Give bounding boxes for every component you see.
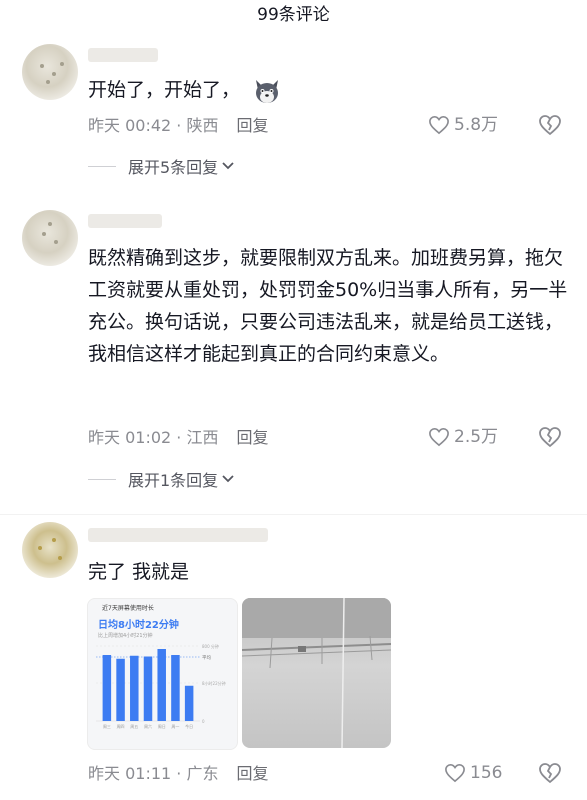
chart-x-tick-label: 周六 (144, 723, 152, 729)
chart-x-tick-label: 周一 (171, 723, 179, 729)
chevron-down-icon (222, 162, 234, 170)
y-axis-mid-label: 8小时22分钟 (202, 680, 226, 686)
username-blurred[interactable] (88, 528, 268, 542)
timestamp-location: 昨天 01:02 · 江西 (88, 428, 219, 447)
avatar[interactable] (22, 44, 78, 100)
chart-x-tick-label: 周五 (130, 723, 138, 729)
like-button[interactable]: 5.8万 (428, 114, 498, 136)
comment-text: 既然精确到这步，就要限制双方乱来。加班费另算，拖欠工资就要从重处罚，处罚罚金50… (88, 247, 568, 365)
expand-replies-label: 展开1条回复 (128, 471, 219, 490)
avatar[interactable] (22, 522, 78, 578)
divider (88, 478, 116, 480)
chart-x-tick-label: 周三 (103, 723, 111, 729)
comments-count-title: 99条评论 (257, 5, 330, 25)
heart-icon (429, 427, 449, 447)
y-axis-zero-label: 0 (202, 719, 205, 724)
expand-replies-label: 展开5条回复 (128, 158, 219, 177)
chevron-down-icon (222, 475, 234, 483)
expand-replies-button[interactable]: 展开1条回复 (88, 467, 234, 491)
comment-body: 开始了，开始了， (88, 79, 241, 101)
comment-meta: 昨天 00:42 · 陕西 回复 (88, 116, 268, 136)
chart-x-tick-label: 周四 (117, 723, 125, 729)
chart-x-tick-label: 周日 (158, 723, 166, 729)
ceiling-photo[interactable] (242, 598, 391, 748)
username-blurred[interactable] (88, 48, 158, 62)
timestamp-location: 昨天 00:42 · 陕西 (88, 116, 219, 135)
average-label: 平均 (202, 654, 211, 661)
username-blurred[interactable] (88, 214, 162, 228)
ceiling-photo-drawing (242, 598, 391, 748)
heart-icon (429, 115, 449, 135)
divider (88, 165, 116, 167)
chart-bar (116, 658, 125, 721)
like-button[interactable]: 2.5万 (428, 426, 498, 448)
chart-bar (184, 685, 194, 721)
chart-header: 近7天屏幕使用时长 (102, 604, 154, 612)
wolf-face-emoji (256, 79, 279, 103)
chart-bar (157, 649, 166, 721)
like-button[interactable]: 156 (444, 762, 502, 784)
expand-replies-button[interactable]: 展开5条回复 (88, 154, 234, 178)
divider (0, 514, 587, 515)
comment-meta: 昨天 01:02 · 江西 回复 (88, 428, 268, 448)
like-count: 2.5万 (454, 427, 499, 447)
broken-heart-icon[interactable] (538, 426, 562, 448)
chart-bar (130, 655, 139, 721)
chart-subtitle: 比上周增加4小时21分钟 (98, 632, 153, 639)
timestamp-location: 昨天 01:11 · 广东 (88, 764, 219, 783)
chart-bar (102, 655, 112, 721)
screen-time-screenshot[interactable]: 近7天屏幕使用时长 日均8小时22分钟 比上周增加4小时21分钟 800 分钟 … (87, 598, 238, 750)
like-count: 156 (470, 763, 503, 783)
comment-text: 开始了，开始了， (88, 74, 568, 106)
screen-time-chart: 近7天屏幕使用时长 日均8小时22分钟 比上周增加4小时21分钟 800 分钟 … (96, 604, 226, 729)
like-count: 5.8万 (454, 115, 499, 135)
avatar[interactable] (22, 210, 78, 266)
y-axis-top-label: 800 分钟 (202, 643, 219, 649)
comment-text: 完了 我就是 (88, 561, 190, 583)
reply-button[interactable]: 回复 (236, 764, 268, 783)
chart-x-tick-label: 今日 (185, 723, 193, 729)
chart-bar (171, 655, 180, 721)
chart-bar (143, 656, 153, 721)
broken-heart-icon[interactable] (538, 114, 562, 136)
reply-button[interactable]: 回复 (236, 428, 268, 447)
reply-button[interactable]: 回复 (236, 116, 268, 135)
chart-title: 日均8小时22分钟 (98, 618, 179, 631)
comment-meta: 昨天 01:11 · 广东 回复 (88, 764, 268, 784)
heart-icon (445, 763, 465, 783)
broken-heart-icon[interactable] (538, 762, 562, 784)
